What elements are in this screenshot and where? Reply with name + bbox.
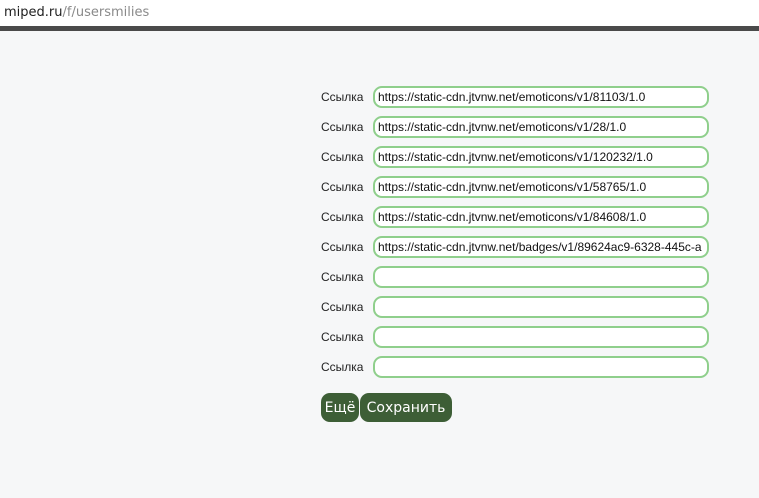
save-button[interactable]: Сохранить: [360, 393, 452, 422]
link-input-8[interactable]: [373, 296, 709, 318]
link-input-6[interactable]: [373, 236, 709, 258]
header-divider: [0, 26, 759, 31]
link-input-1[interactable]: [373, 86, 709, 108]
link-label: Ссылка: [321, 210, 364, 224]
link-input-4[interactable]: [373, 176, 709, 198]
link-label: Ссылка: [321, 90, 364, 104]
link-label: Ссылка: [321, 180, 364, 194]
link-label: Ссылка: [321, 120, 364, 134]
link-input-9[interactable]: [373, 326, 709, 348]
url-path: /f/usersmilies: [62, 5, 150, 20]
link-label: Ссылка: [321, 150, 364, 164]
link-label: Ссылка: [321, 300, 364, 314]
link-label: Ссылка: [321, 270, 364, 284]
link-label: Ссылка: [321, 360, 364, 374]
link-label: Ссылка: [321, 240, 364, 254]
link-label: Ссылка: [321, 330, 364, 344]
url-text[interactable]: miped.ru/f/usersmilies: [4, 4, 149, 22]
address-bar[interactable]: miped.ru/f/usersmilies: [0, 0, 759, 26]
url-host: miped.ru: [4, 5, 63, 20]
link-input-2[interactable]: [373, 116, 709, 138]
link-input-10[interactable]: [373, 356, 709, 378]
link-input-5[interactable]: [373, 206, 709, 228]
link-input-7[interactable]: [373, 266, 709, 288]
more-button[interactable]: Ещё: [321, 393, 359, 422]
link-input-3[interactable]: [373, 146, 709, 168]
